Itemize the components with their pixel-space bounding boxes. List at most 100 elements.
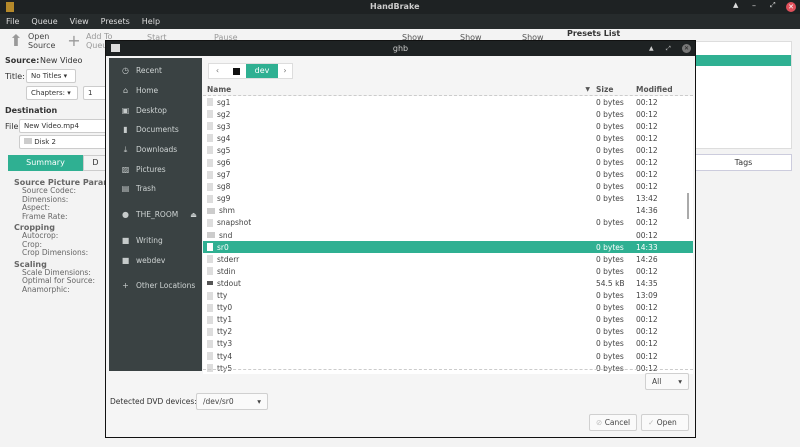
file-size: 0 bytes [596,351,624,361]
summary-panel: Source Picture Param Source Codec: Dimen… [14,178,106,294]
file-size: 54.5 kB [596,278,625,288]
sidebar-label: Other Locations [136,281,196,291]
file-row[interactable]: sg1 0 bytes 00:12 [203,96,693,108]
open-button[interactable]: ✓ Open [641,414,689,431]
file-icon [207,170,213,179]
sidebar-label: Pictures [136,164,166,174]
sidebar-item-recent[interactable]: ◷ Recent [109,61,202,81]
file-name-text: tty0 [217,303,233,313]
sidebar-label: THE_ROOM [136,210,179,220]
chapters-select[interactable]: Chapters: ▾ [26,86,78,100]
title-select[interactable]: No Titles ▾ [26,69,76,83]
maximize-button[interactable]: ⤢ [770,1,776,10]
menu-file[interactable]: File [6,17,19,26]
file-row[interactable]: sg6 0 bytes 00:12 [203,156,693,168]
file-row[interactable]: sg5 0 bytes 00:12 [203,144,693,156]
path-segment-dev[interactable]: dev [246,64,278,78]
sidebar-item-webdev[interactable]: ■ webdev [109,250,202,270]
file-list[interactable]: Name ▼ Size Modified sg1 0 bytes 00:12 sg2 0 … [203,83,693,375]
open-source-label: Open Source [28,32,56,50]
column-name[interactable]: Name ▼ [203,85,596,94]
tab-tags[interactable]: Tags [695,154,792,171]
file-row[interactable]: sg8 0 bytes 00:12 [203,181,693,193]
scrollbar[interactable] [687,193,689,219]
file-name-text: sg3 [217,121,231,131]
sidebar-label: Writing [136,235,163,245]
file-row[interactable]: snapshot 0 bytes 00:12 [203,217,693,229]
file-row[interactable]: sg9 0 bytes 13:42 [203,193,693,205]
column-name-label: Name [207,84,232,94]
document-icon: ▮ [123,125,128,135]
destination-heading: Destination [5,106,58,115]
file-size: 0 bytes [596,182,624,192]
sidebar-item-other-locations[interactable]: + Other Locations [109,276,202,296]
file-size: 0 bytes [596,121,624,131]
sidebar-item-writing[interactable]: ■ Writing [109,231,202,251]
file-name: stdin [203,267,596,276]
dialog-eject-icon[interactable]: ▲ [649,41,654,56]
sidebar-item-downloads[interactable]: ⤓ Downloads [109,140,202,160]
menu-help[interactable]: Help [142,17,160,26]
file-row[interactable]: tty3 0 bytes 00:12 [203,338,693,350]
file-icon [207,110,213,119]
file-row[interactable]: sg7 0 bytes 00:12 [203,169,693,181]
file-row[interactable]: stdin 0 bytes 00:12 [203,265,693,277]
file-row[interactable]: sg3 0 bytes 00:12 [203,120,693,132]
file-name-text: sg4 [217,133,231,143]
file-row[interactable]: sg2 0 bytes 00:12 [203,108,693,120]
file-row[interactable]: tty 0 bytes 13:09 [203,290,693,302]
file-name: sg1 [203,98,596,107]
file-size: 0 bytes [596,194,624,204]
dialog-maximize-button[interactable]: ⤢ [666,41,671,56]
file-row[interactable]: snd 00:12 [203,229,693,241]
file-row[interactable]: tty1 0 bytes 00:12 [203,314,693,326]
file-name-text: sg2 [217,109,231,119]
close-button[interactable]: ✕ [786,2,796,12]
menu-view[interactable]: View [70,17,89,26]
column-modified[interactable]: Modified [636,85,686,94]
file-row[interactable]: tty0 0 bytes 00:12 [203,302,693,314]
sidebar-item-documents[interactable]: ▮ Documents [109,120,202,140]
file-name: sg9 [203,194,596,203]
field-label: Frame Rate: [22,211,68,221]
file-size: 0 bytes [596,291,624,301]
open-source-button[interactable]: ⬆ Open Source [8,32,56,51]
tab-summary[interactable]: Summary [8,155,83,171]
sidebar-item-pictures[interactable]: ▨ Pictures [109,159,202,179]
file-row[interactable]: sr0 0 bytes 14:33 [203,241,693,254]
sidebar-item-trash[interactable]: ▤ Trash [109,179,202,199]
folder-chooser[interactable]: Disk 2 [19,135,109,149]
file-row[interactable]: stderr 0 bytes 14:26 [203,253,693,265]
filter-value: All [652,377,662,386]
file-row[interactable]: stdout 54.5 kB 14:35 [203,277,693,289]
file-name: stdout [203,279,596,288]
file-row[interactable]: sg4 0 bytes 00:12 [203,132,693,144]
file-filter-select[interactable]: All ▾ [645,373,689,390]
column-size[interactable]: Size [596,85,636,94]
file-list-header: Name ▼ Size Modified [203,83,693,96]
menu-presets[interactable]: Presets [101,17,130,26]
file-name: sg2 [203,110,596,119]
dvd-device-select[interactable]: /dev/sr0 ▾ [196,393,268,410]
file-row[interactable]: tty2 0 bytes 00:12 [203,326,693,338]
dialog-close-button[interactable]: ✕ [682,44,691,53]
file-row[interactable]: shm 14:36 [203,205,693,217]
sidebar-item-desktop[interactable]: ▣ Desktop [109,100,202,120]
sidebar-item-the-room[interactable]: ● THE_ROOM ⏏ [109,205,202,225]
file-input[interactable]: New Video.mp4 [19,119,109,133]
path-root-button[interactable] [226,64,246,78]
path-back-button[interactable]: ‹ [209,64,226,78]
sidebar-item-home[interactable]: ⌂ Home [109,81,202,101]
file-icon [207,122,213,131]
cancel-button[interactable]: ⊘ Cancel [589,414,638,431]
path-forward-button[interactable]: › [278,64,292,78]
file-size: 0 bytes [596,242,624,252]
menu-queue[interactable]: Queue [31,17,57,26]
eject-icon[interactable]: ⏏ [190,211,197,219]
minimize-button[interactable]: – [752,1,756,10]
file-size: 0 bytes [596,218,624,228]
file-row[interactable]: tty4 0 bytes 00:12 [203,350,693,362]
file-name: sg8 [203,182,596,191]
eject-icon[interactable]: ▲ [733,1,738,9]
chapter-start-input[interactable]: 1 [83,86,107,100]
